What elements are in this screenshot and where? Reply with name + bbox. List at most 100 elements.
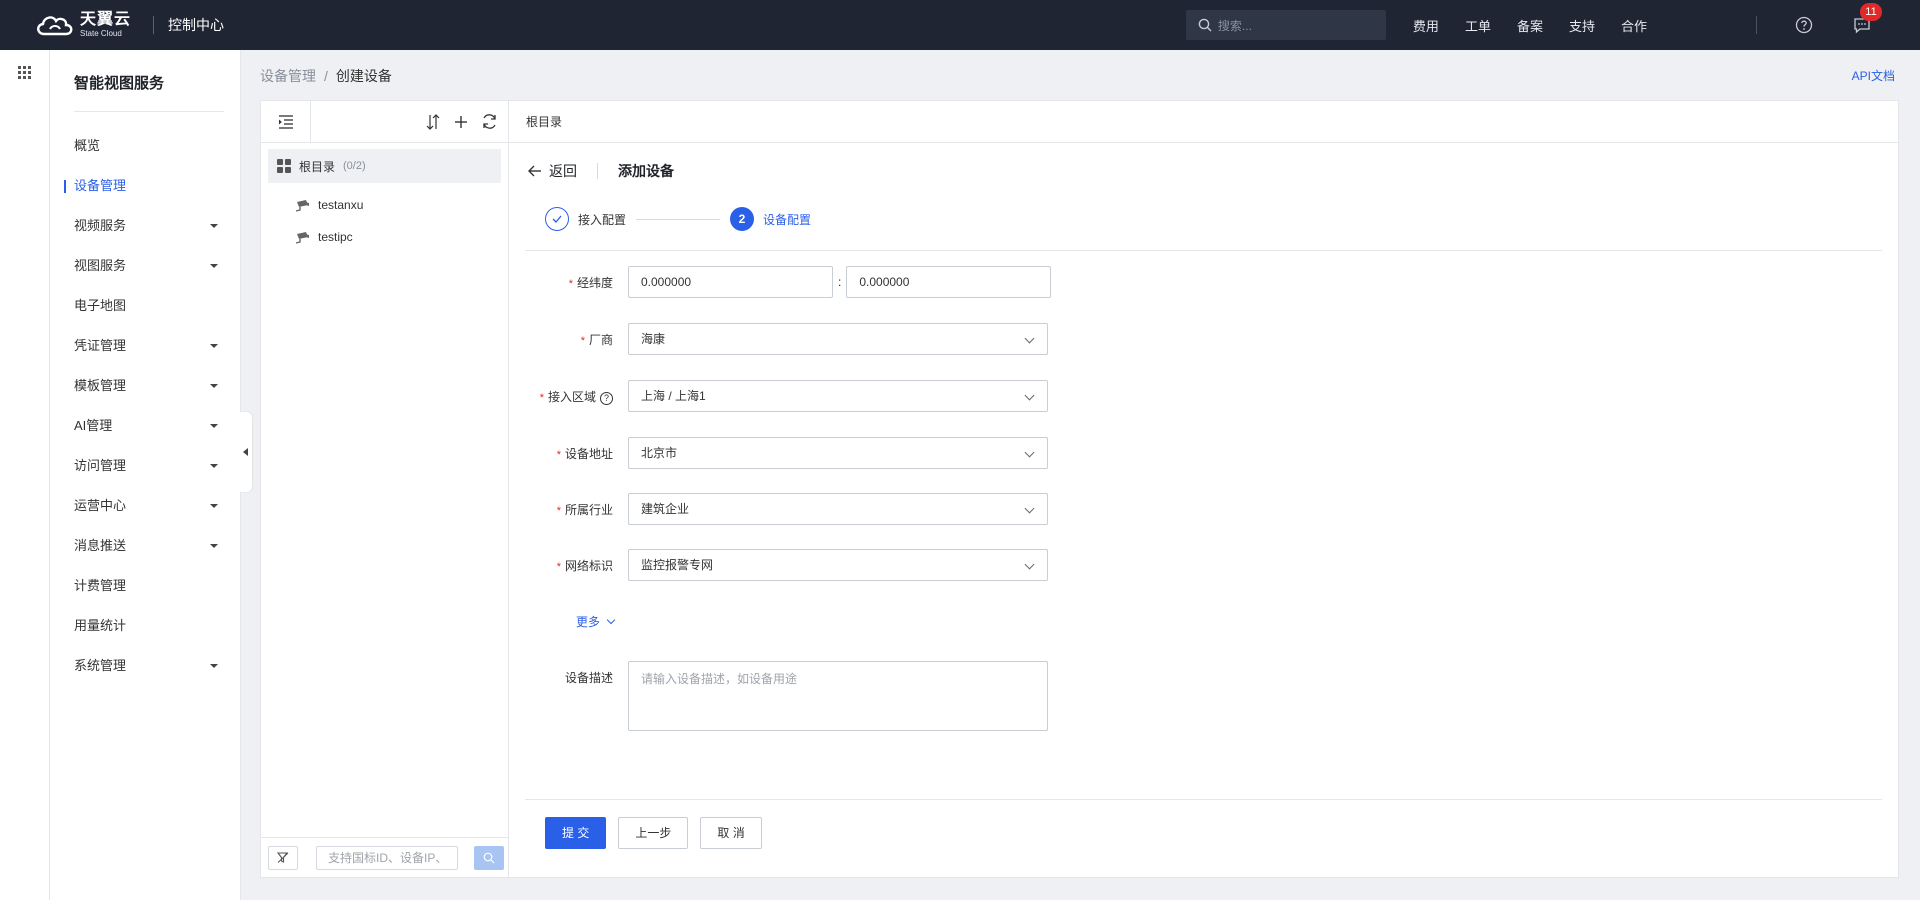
app-rail [0, 50, 50, 900]
sidebar-item[interactable]: 视图服务 [50, 246, 240, 286]
nav-link-fees[interactable]: 费用 [1413, 16, 1439, 35]
tree-search-button[interactable] [474, 845, 504, 870]
caret-down-icon [210, 264, 218, 268]
add-icon[interactable] [453, 114, 469, 130]
breadcrumb-separator: / [324, 68, 328, 84]
sidebar-item[interactable]: 消息推送 [50, 526, 240, 566]
menu-list: 概览设备管理视频服务 视图服务 电子地图 凭证管理模板管理 AI管理访问管理运营中心 消息… [50, 126, 240, 686]
more-options-toggle[interactable]: 更多 [576, 613, 616, 630]
sidebar-item[interactable]: AI管理 [50, 406, 240, 446]
latlng-label: * 经纬度 [568, 275, 613, 290]
menu-divider [74, 111, 224, 112]
logo[interactable]: 天翼云 State Cloud [34, 12, 131, 38]
sidebar-item[interactable]: 用量统计 [50, 606, 240, 646]
search-placeholder: 搜索... [1217, 18, 1252, 33]
console-link[interactable]: 控制中心 [168, 15, 224, 35]
network-select[interactable]: 监控报警专网 [628, 549, 1048, 581]
tree-root-node[interactable]: 根目录 (0/2) [268, 149, 501, 183]
sidebar-item[interactable]: 运营中心 [50, 486, 240, 526]
region-label: * 接入区域? [509, 388, 628, 405]
sidebar-item-label: 访问管理 [74, 458, 127, 473]
industry-select[interactable]: 建筑企业 [628, 493, 1048, 525]
form-row-region: * 接入区域? 上海 / 上海1 [509, 379, 1048, 413]
region-select[interactable]: 上海 / 上海1 [628, 380, 1048, 412]
sidebar-item[interactable]: 凭证管理 [50, 326, 240, 366]
breadcrumb: 设备管理 / 创建设备 [260, 66, 392, 86]
form-row-industry: * 所属行业 建筑企业 [509, 492, 1048, 526]
sidebar-item-label: AI管理 [74, 418, 113, 433]
step-1-label: 接入配置 [578, 212, 627, 227]
tree-device-label: testipc [318, 230, 353, 244]
tree-filter-button[interactable] [268, 845, 298, 870]
chevron-down-icon [606, 615, 616, 625]
tree-device-node[interactable]: testipc [261, 221, 508, 253]
top-bar: 天翼云 State Cloud 控制中心 搜索... 费用 工单 备案 支持 合… [0, 0, 1920, 50]
nav-link-partner[interactable]: 合作 [1621, 16, 1647, 35]
description-textarea[interactable]: 请输入设备描述，如设备用途 [628, 661, 1048, 731]
page-title: 添加设备 [618, 163, 674, 179]
api-doc-link[interactable]: API文档 [1852, 67, 1895, 84]
tree-device-label: testanxu [318, 198, 364, 212]
search-icon [1198, 18, 1212, 32]
side-menu: 智能视图服务 概览设备管理视频服务 视图服务 电子地图 凭证管理模板管理 AI管理访问管… [50, 50, 241, 900]
sidebar-item[interactable]: 电子地图 [50, 286, 240, 326]
sidebar-item[interactable]: 视频服务 [50, 206, 240, 246]
sidebar-item-label: 设备管理 [74, 178, 127, 193]
indent-menu-icon [278, 114, 293, 129]
vendor-label: * 厂商 [580, 332, 613, 347]
message-count-badge: 11 [1860, 3, 1882, 21]
sidebar-item[interactable]: 模板管理 [50, 366, 240, 406]
sort-icon[interactable] [425, 113, 441, 131]
tree-root-label: 根目录 [299, 159, 336, 174]
help-icon [1795, 16, 1813, 34]
topbar-divider [1756, 16, 1757, 34]
service-title: 智能视图服务 [74, 75, 165, 92]
address-select[interactable]: 北京市 [628, 437, 1048, 469]
apps-grid-icon[interactable] [18, 66, 32, 80]
sidebar-item[interactable]: 计费管理 [50, 566, 240, 606]
step-1-circle [545, 207, 569, 231]
global-search-input[interactable]: 搜索... [1185, 10, 1386, 40]
breadcrumb-parent[interactable]: 设备管理 [260, 68, 316, 84]
latitude-input[interactable]: 0.000000 [628, 266, 833, 298]
chevron-down-icon [1024, 559, 1035, 570]
logo-cn-text: 天翼云 [80, 11, 132, 28]
tree-device-node[interactable]: testanxu [261, 189, 508, 221]
latlng-colon: : [838, 275, 842, 289]
user-account[interactable] [1680, 15, 1740, 35]
step-2-circle: 2 [730, 207, 755, 231]
sidebar-item[interactable]: 设备管理 [50, 166, 240, 206]
chevron-down-icon [1024, 390, 1035, 401]
submit-button[interactable]: 提 交 [545, 817, 607, 849]
sidebar-item[interactable]: 概览 [50, 126, 240, 166]
vendor-select[interactable]: 海康 [628, 323, 1048, 355]
sidebar-item-label: 模板管理 [74, 378, 127, 393]
device-tree-panel: 根目录 (0/2) testanxu testipc 支持国标ID、设备IP、 [260, 100, 509, 878]
sidebar-item[interactable]: 访问管理 [50, 446, 240, 486]
back-arrow-icon[interactable] [528, 165, 542, 177]
back-button[interactable]: 返回 [549, 161, 577, 181]
directory-grid-icon [277, 159, 291, 173]
nav-link-filing[interactable]: 备案 [1517, 16, 1543, 35]
sidebar-item-label: 系统管理 [74, 658, 127, 673]
tree-search-input[interactable]: 支持国标ID、设备IP、 [316, 845, 458, 870]
step-connector [636, 218, 721, 220]
page-header: 返回 添加设备 [528, 161, 1898, 181]
help-circle-icon[interactable]: ? [600, 391, 613, 405]
cloud-logo-icon [37, 16, 73, 36]
nav-link-tickets[interactable]: 工单 [1465, 16, 1491, 35]
main-header: 根目录 [509, 101, 1898, 143]
sidebar-item[interactable]: 系统管理 [50, 646, 240, 686]
cancel-button[interactable]: 取 消 [700, 817, 762, 849]
help-button[interactable] [1794, 15, 1814, 35]
refresh-icon[interactable] [481, 113, 498, 130]
collapse-sidebar-button[interactable] [240, 412, 252, 492]
sidebar-item-label: 概览 [74, 138, 101, 153]
previous-step-button[interactable]: 上一步 [618, 817, 689, 849]
breadcrumb-current: 创建设备 [335, 68, 392, 84]
nav-link-support[interactable]: 支持 [1569, 16, 1595, 35]
longitude-input[interactable]: 0.000000 [846, 266, 1052, 298]
caret-down-icon [210, 464, 218, 468]
messages-button[interactable]: 11 [1852, 3, 1882, 35]
tree-collapse-button[interactable] [261, 100, 311, 143]
